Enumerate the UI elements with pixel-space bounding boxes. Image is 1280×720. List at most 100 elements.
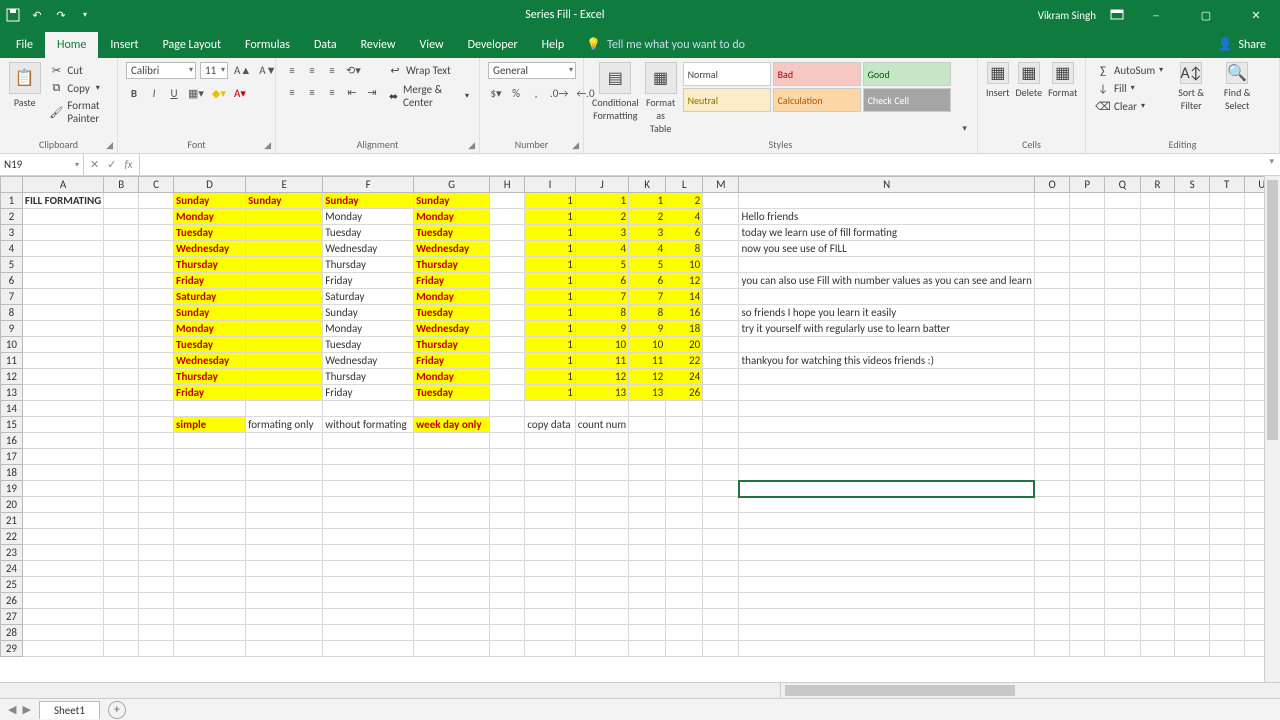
cell-L16[interactable] xyxy=(666,433,703,449)
cell-R6[interactable] xyxy=(1140,273,1175,289)
cell-T28[interactable] xyxy=(1209,625,1244,641)
row-header-25[interactable]: 25 xyxy=(1,577,23,593)
cell-E21[interactable] xyxy=(246,513,323,529)
cell-B24[interactable] xyxy=(104,561,139,577)
cell-E16[interactable] xyxy=(246,433,323,449)
cell-J24[interactable] xyxy=(575,561,628,577)
row-header-16[interactable]: 16 xyxy=(1,433,23,449)
cell-S17[interactable] xyxy=(1175,449,1209,465)
cell-P15[interactable] xyxy=(1070,417,1105,433)
cell-F20[interactable] xyxy=(323,497,414,513)
cell-E7[interactable] xyxy=(246,289,323,305)
cell-C14[interactable] xyxy=(139,401,174,417)
cell-A29[interactable] xyxy=(22,641,103,657)
cell-H25[interactable] xyxy=(490,577,525,593)
cell-E4[interactable] xyxy=(246,241,323,257)
cell-E11[interactable] xyxy=(246,353,323,369)
cell-Q23[interactable] xyxy=(1105,545,1140,561)
cell-P26[interactable] xyxy=(1070,593,1105,609)
cell-O21[interactable] xyxy=(1034,513,1069,529)
cell-H21[interactable] xyxy=(490,513,525,529)
cell-F22[interactable] xyxy=(323,529,414,545)
cell-I23[interactable] xyxy=(525,545,575,561)
cell-J21[interactable] xyxy=(575,513,628,529)
cell-L17[interactable] xyxy=(666,449,703,465)
cell-G8[interactable]: Tuesday xyxy=(414,305,490,321)
col-header-N[interactable]: N xyxy=(739,177,1034,193)
cell-K9[interactable]: 9 xyxy=(629,321,666,337)
cell-E29[interactable] xyxy=(246,641,323,657)
cell-B14[interactable] xyxy=(104,401,139,417)
cell-E5[interactable] xyxy=(246,257,323,273)
cell-S12[interactable] xyxy=(1175,369,1209,385)
cell-Q18[interactable] xyxy=(1105,465,1140,481)
row-header-21[interactable]: 21 xyxy=(1,513,23,529)
col-header-G[interactable]: G xyxy=(414,177,490,193)
cell-H11[interactable] xyxy=(490,353,525,369)
cell-G7[interactable]: Monday xyxy=(414,289,490,305)
cell-J10[interactable]: 10 xyxy=(575,337,628,353)
cell-R11[interactable] xyxy=(1140,353,1175,369)
col-header-K[interactable]: K xyxy=(629,177,666,193)
cell-F25[interactable] xyxy=(323,577,414,593)
cell-O13[interactable] xyxy=(1034,385,1069,401)
cell-B8[interactable] xyxy=(104,305,139,321)
cell-T6[interactable] xyxy=(1209,273,1244,289)
cell-N23[interactable] xyxy=(739,545,1034,561)
cell-N25[interactable] xyxy=(739,577,1034,593)
cell-M3[interactable] xyxy=(703,225,739,241)
cell-Q1[interactable] xyxy=(1105,193,1140,209)
cell-F26[interactable] xyxy=(323,593,414,609)
col-header-A[interactable]: A xyxy=(22,177,103,193)
cell-I1[interactable]: 1 xyxy=(525,193,575,209)
cell-A14[interactable] xyxy=(22,401,103,417)
row-header-5[interactable]: 5 xyxy=(1,257,23,273)
cell-J6[interactable]: 6 xyxy=(575,273,628,289)
col-header-H[interactable]: H xyxy=(490,177,525,193)
cell-D24[interactable] xyxy=(174,561,246,577)
cell-F15[interactable]: without formating xyxy=(323,417,414,433)
cell-S15[interactable] xyxy=(1175,417,1209,433)
cell-K12[interactable]: 12 xyxy=(629,369,666,385)
cell-P9[interactable] xyxy=(1070,321,1105,337)
copy-button[interactable]: ⧉Copy▾ xyxy=(47,80,109,96)
cell-L28[interactable] xyxy=(666,625,703,641)
cell-R19[interactable] xyxy=(1140,481,1175,497)
cell-M23[interactable] xyxy=(703,545,739,561)
cell-J29[interactable] xyxy=(575,641,628,657)
formula-expand-icon[interactable]: ▾ xyxy=(1263,154,1280,175)
cell-G15[interactable]: week day only xyxy=(414,417,490,433)
cell-T24[interactable] xyxy=(1209,561,1244,577)
minimize-button[interactable]: ─ xyxy=(1138,4,1174,26)
cell-M7[interactable] xyxy=(703,289,739,305)
cell-H13[interactable] xyxy=(490,385,525,401)
cell-K4[interactable]: 4 xyxy=(629,241,666,257)
cell-R18[interactable] xyxy=(1140,465,1175,481)
cell-S19[interactable] xyxy=(1175,481,1209,497)
cell-P24[interactable] xyxy=(1070,561,1105,577)
cell-F16[interactable] xyxy=(323,433,414,449)
tab-page-layout[interactable]: Page Layout xyxy=(151,32,233,58)
cell-T4[interactable] xyxy=(1209,241,1244,257)
cell-A12[interactable] xyxy=(22,369,103,385)
cell-G16[interactable] xyxy=(414,433,490,449)
cell-Q25[interactable] xyxy=(1105,577,1140,593)
sheet-nav-prev-icon[interactable]: ◀ xyxy=(8,703,16,716)
conditional-formatting-button[interactable]: ▤Conditional Formatting xyxy=(592,62,639,122)
cell-B27[interactable] xyxy=(104,609,139,625)
tab-developer[interactable]: Developer xyxy=(456,32,530,58)
cell-D28[interactable] xyxy=(174,625,246,641)
cell-C21[interactable] xyxy=(139,513,174,529)
cell-T9[interactable] xyxy=(1209,321,1244,337)
sheet-tab-sheet1[interactable]: Sheet1 xyxy=(39,701,100,719)
cell-G6[interactable]: Friday xyxy=(414,273,490,289)
cell-P6[interactable] xyxy=(1070,273,1105,289)
tab-view[interactable]: View xyxy=(408,32,456,58)
cell-Q27[interactable] xyxy=(1105,609,1140,625)
cell-R15[interactable] xyxy=(1140,417,1175,433)
cell-T14[interactable] xyxy=(1209,401,1244,417)
cell-J25[interactable] xyxy=(575,577,628,593)
cell-I25[interactable] xyxy=(525,577,575,593)
cell-R21[interactable] xyxy=(1140,513,1175,529)
cell-D23[interactable] xyxy=(174,545,246,561)
